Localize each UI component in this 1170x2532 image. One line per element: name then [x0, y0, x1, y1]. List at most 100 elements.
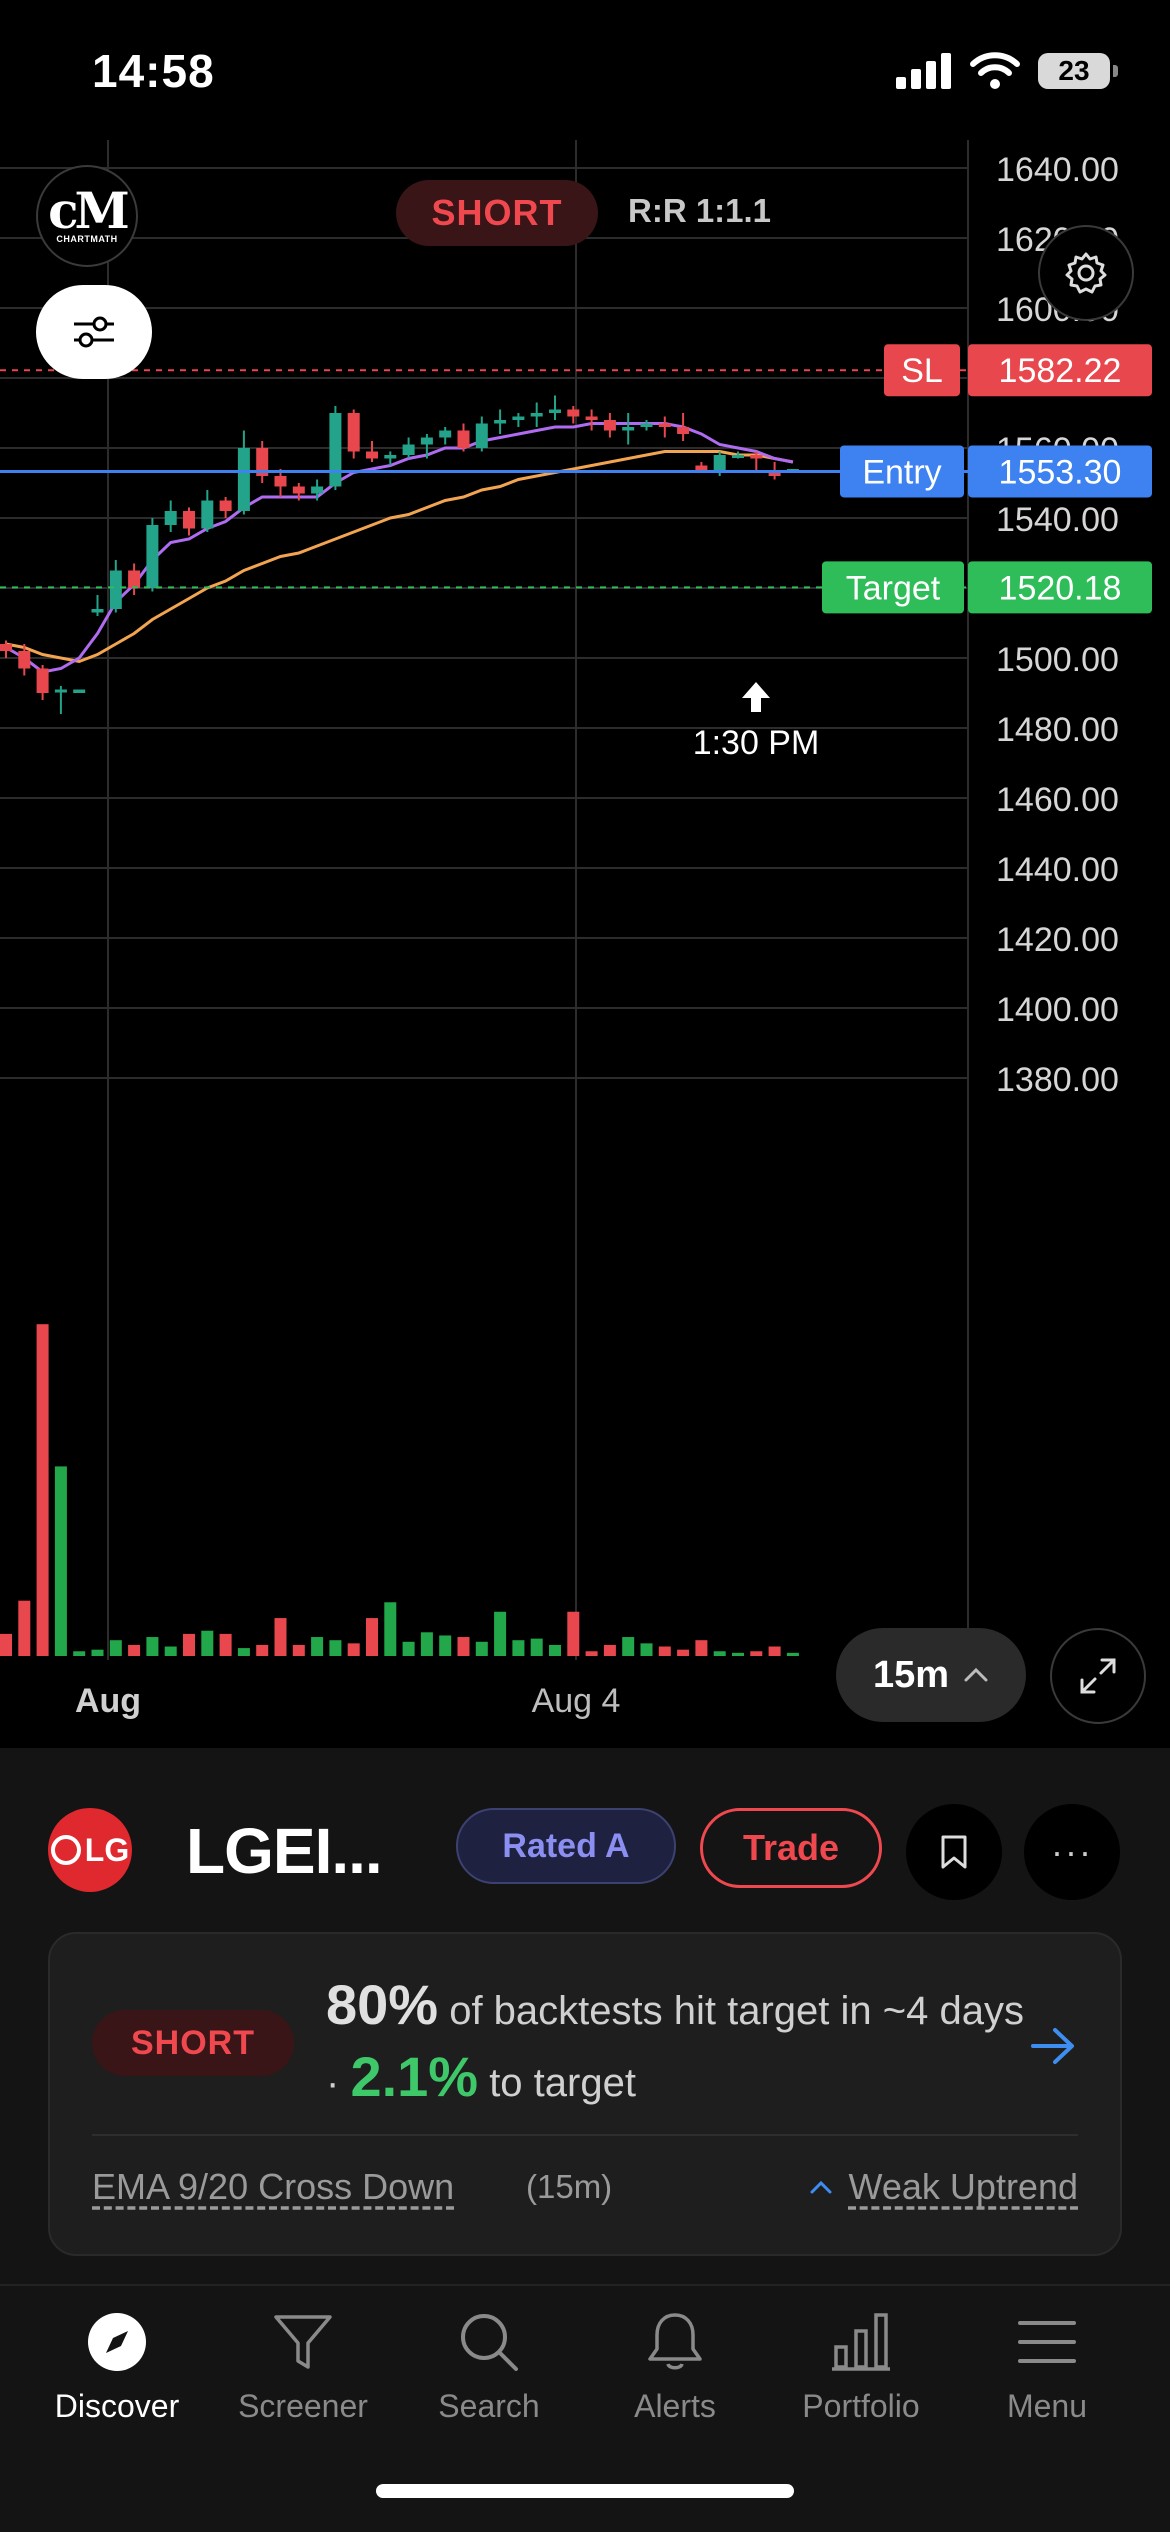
- tab-screener[interactable]: Screener: [210, 2306, 396, 2436]
- candle-body: [713, 455, 726, 473]
- logo-subtitle: CHARTMATH: [56, 234, 118, 244]
- volume-bar: [549, 1644, 561, 1656]
- candle-body: [420, 437, 433, 445]
- candle-body: [640, 423, 653, 427]
- chevron-up-icon: [964, 1667, 988, 1682]
- sliders-icon: [74, 316, 114, 348]
- volume-bar: [183, 1633, 195, 1656]
- volume-bar: [73, 1651, 86, 1656]
- candle-body: [164, 511, 177, 525]
- candle-body: [475, 423, 488, 448]
- company-logo-text: LG: [84, 1831, 130, 1868]
- price-axis-label: 1400.00: [996, 991, 1119, 1029]
- price-axis-label: 1640.00: [996, 151, 1119, 189]
- status-bar: 14:58 23: [0, 0, 1170, 140]
- volume-bar: [347, 1643, 360, 1656]
- candle-body: [750, 455, 763, 459]
- tab-discover[interactable]: Discover: [24, 2306, 210, 2436]
- candle-body: [311, 486, 324, 494]
- time-axis-label: Aug: [75, 1682, 141, 1720]
- candle-body: [603, 420, 616, 431]
- price-axis-label: 1380.00: [996, 1061, 1119, 1099]
- candle-body: [530, 413, 543, 417]
- logo-mark: cM: [48, 181, 130, 240]
- ticker-symbol[interactable]: LGEI...: [186, 1814, 383, 1888]
- candle-body: [219, 500, 232, 511]
- volume-bar: [603, 1644, 616, 1656]
- volume-bar: [567, 1611, 580, 1656]
- price-axis-label: 1500.00: [996, 641, 1119, 679]
- candle-body: [768, 472, 781, 476]
- signal-summary: 80% of backtests hit target in ~4 days ·…: [326, 1972, 1026, 2116]
- signal-side-badge: SHORT: [92, 2010, 294, 2076]
- home-indicator: [376, 2484, 794, 2498]
- volume-bar: [36, 1324, 49, 1656]
- candle-body: [91, 609, 104, 613]
- price-axis-label: 1440.00: [996, 851, 1119, 889]
- wifi-icon: [970, 52, 1020, 89]
- timeframe-value: 15m: [872, 1653, 950, 1696]
- tab-menu[interactable]: Menu: [954, 2306, 1140, 2436]
- chart-settings-button[interactable]: [1038, 225, 1134, 321]
- volume-bar: [18, 1600, 31, 1656]
- level-price: 1553.30: [999, 453, 1122, 491]
- trend-indicator[interactable]: Weak Uptrend: [809, 2166, 1078, 2208]
- volume-bar: [622, 1637, 635, 1656]
- arrow-right-icon: [1031, 2028, 1074, 2064]
- tab-search[interactable]: Search: [396, 2306, 582, 2436]
- price-chart[interactable]: 1640.001620.001600.001560.001540.001500.…: [0, 140, 1170, 1740]
- volume-bar: [786, 1652, 799, 1656]
- candle-body: [329, 413, 342, 487]
- volume-bar: [54, 1466, 67, 1656]
- ema-20-line: [5, 450, 794, 664]
- candle-body: [457, 430, 470, 448]
- chartmath-logo[interactable]: cM CHARTMATH: [36, 165, 138, 267]
- volume-bar: [640, 1643, 653, 1656]
- candle-body: [0, 644, 12, 651]
- trade-button[interactable]: Trade: [700, 1808, 882, 1888]
- status-time: 14:58: [92, 45, 215, 97]
- volume-bar: [256, 1644, 269, 1656]
- rating-badge[interactable]: Rated A: [456, 1808, 676, 1884]
- timeframe-selector[interactable]: 15m: [836, 1628, 1026, 1722]
- price-axis-label: 1420.00: [996, 921, 1119, 959]
- battery-icon: 23: [1038, 53, 1118, 89]
- indicator-label[interactable]: EMA 9/20 Cross Down: [92, 2166, 454, 2208]
- chart-canvas[interactable]: 1640.001620.001600.001560.001540.001500.…: [0, 140, 1170, 1740]
- company-logo: LG: [48, 1808, 132, 1892]
- level-price: 1520.18: [999, 569, 1122, 607]
- hamburger-icon: [1018, 2321, 1076, 2363]
- volume-bar: [695, 1640, 708, 1656]
- candle-body: [36, 668, 49, 693]
- candle-body: [677, 427, 690, 434]
- fullscreen-button[interactable]: [1050, 1628, 1146, 1724]
- volume-bar: [237, 1648, 250, 1656]
- volume-bar: [0, 1633, 12, 1656]
- volume-bar: [292, 1644, 305, 1656]
- signal-card[interactable]: SHORT 80% of backtests hit target in ~4 …: [48, 1932, 1122, 2256]
- tab-alerts[interactable]: Alerts: [582, 2306, 768, 2436]
- volume-bar: [530, 1638, 543, 1656]
- candle-body: [439, 430, 452, 438]
- tab-portfolio[interactable]: Portfolio: [768, 2306, 954, 2436]
- candle-body: [366, 451, 378, 459]
- candle-body: [237, 448, 250, 511]
- indicator-timeframe: (15m): [526, 2168, 613, 2205]
- risk-reward-label: R:R 1:1.1: [628, 192, 772, 229]
- open-signal-button[interactable]: [1030, 2026, 1076, 2071]
- candle-body: [622, 427, 635, 431]
- time-axis-label: Aug 4: [532, 1682, 621, 1720]
- indicator-settings-button[interactable]: [36, 285, 152, 379]
- more-options-button[interactable]: ···: [1024, 1804, 1120, 1900]
- volume-bar: [109, 1640, 122, 1656]
- candle-body: [384, 455, 397, 459]
- level-name: Entry: [862, 453, 941, 491]
- volume-bar: [512, 1640, 525, 1656]
- signal-text-end: to target: [478, 2061, 636, 2105]
- price-axis-label: 1480.00: [996, 711, 1119, 749]
- bookmark-button[interactable]: [906, 1804, 1002, 1900]
- tab-label: Discover: [54, 2388, 180, 2424]
- volume-bar: [274, 1618, 287, 1656]
- candle-body: [347, 413, 360, 452]
- volume-bar: [201, 1630, 214, 1656]
